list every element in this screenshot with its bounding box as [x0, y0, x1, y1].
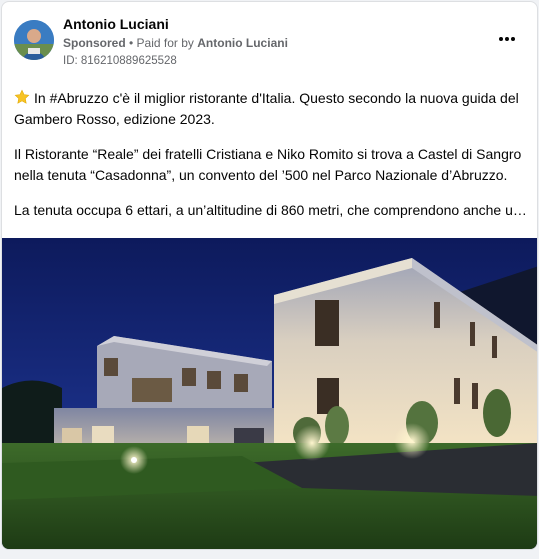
sponsored-label: Sponsored — [63, 36, 126, 50]
author-name[interactable]: Antonio Luciani — [63, 16, 169, 32]
more-dot — [505, 37, 509, 41]
ad-post-card: Antonio Luciani Sponsored • Paid for by … — [1, 1, 538, 550]
post-paragraph-3[interactable]: La tenuta occupa 6 ettari, a un’altitudi… — [14, 200, 529, 221]
post-image[interactable] — [2, 238, 538, 550]
paid-for-by-prefix: • Paid for by — [125, 36, 198, 50]
star-emoji-icon — [14, 89, 30, 104]
more-options-button[interactable] — [497, 32, 517, 46]
post-header: Antonio Luciani Sponsored • Paid for by … — [2, 2, 537, 82]
avatar[interactable] — [14, 20, 54, 60]
post-paragraph-2: Il Ristorante “Reale” dei fratelli Crist… — [14, 146, 522, 183]
post-text: In #Abruzzo c'è il miglior ristorante d'… — [14, 88, 529, 235]
paid-by-name[interactable]: Antonio Luciani — [197, 36, 288, 50]
ad-id: ID: 816210889625528 — [63, 55, 177, 67]
post-paragraph-1: In #Abruzzo c'è il miglior ristorante d'… — [14, 88, 529, 130]
more-dot — [511, 37, 515, 41]
avatar-photo — [14, 20, 54, 60]
paragraph-text: In #Abruzzo c'è il miglior ristorante d'… — [14, 90, 519, 127]
more-horizontal-icon — [499, 37, 503, 41]
sponsored-line: Sponsored • Paid for by Antonio Luciani — [63, 36, 288, 50]
